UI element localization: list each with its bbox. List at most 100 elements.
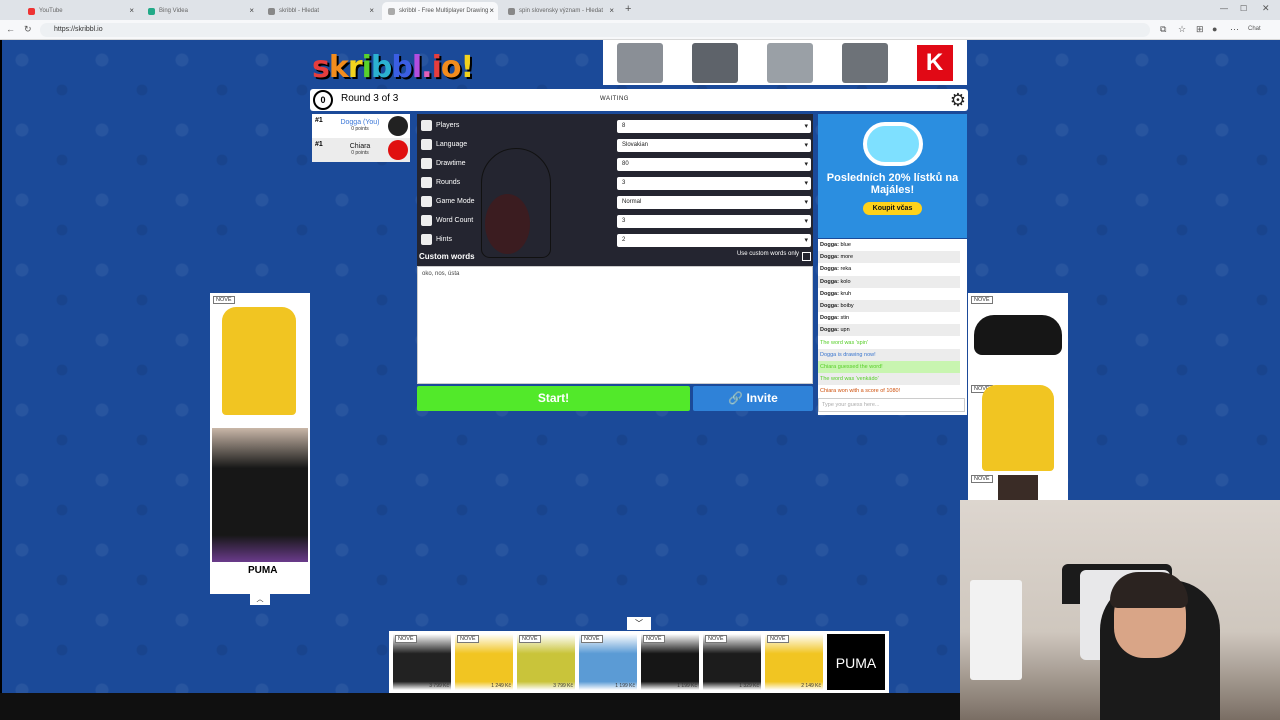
setting-label: Language (436, 141, 468, 148)
chat-message: The word was 'spin' (818, 336, 960, 349)
setting-row: Game Mode Normal (417, 193, 813, 211)
sneaker-product-image[interactable] (974, 315, 1062, 355)
setting-row: Rounds 3 (417, 174, 813, 192)
ad-product-item[interactable]: NOVÉ 1 329 Kč (703, 634, 761, 690)
custom-words-only-label: Use custom words only (736, 251, 799, 257)
start-button[interactable]: Start! (417, 386, 690, 411)
chat-message: Chiara won with a score of 1080! (818, 385, 960, 398)
setting-label: Drawtime (436, 160, 466, 167)
menu-icon[interactable]: ⋯ (1230, 24, 1239, 35)
browser-tab[interactable]: spin slovensky význam - Hledat × (502, 2, 618, 20)
top-banner-ad[interactable]: K (603, 40, 967, 85)
collections-icon[interactable]: ⊞ (1196, 24, 1204, 35)
player-row[interactable]: #1 Dogga (You) 0 points (312, 114, 410, 138)
hoodie-product-image[interactable] (222, 307, 296, 415)
close-window-icon[interactable]: ✕ (1262, 3, 1270, 14)
tab-favicon (148, 7, 155, 15)
guess-input[interactable]: Type your guess here... (818, 398, 965, 412)
majales-ad[interactable]: Posledních 20% lístků na Majáles! Koupit… (818, 114, 967, 238)
setting-select[interactable]: 8 (617, 120, 811, 133)
chat-author: Dogga (820, 327, 838, 334)
streamer-hair (1110, 572, 1188, 608)
puma-logo: PUMA (248, 565, 278, 576)
setting-select[interactable]: Slovakian (617, 139, 811, 152)
profile-avatar[interactable]: ● (1212, 24, 1217, 34)
reload-icon[interactable]: ↻ (24, 24, 32, 35)
chat-author: Dogga (820, 303, 838, 309)
custom-words-label: Custom words (419, 252, 475, 261)
tab-label: YouTube (39, 8, 63, 14)
kaufland-logo[interactable]: K (916, 44, 953, 81)
setting-row: Players 8 (417, 117, 813, 135)
new-tab-button[interactable]: + (625, 3, 631, 15)
chat-message: Dogga: blue (818, 239, 960, 251)
setting-label: Players (436, 122, 460, 129)
ad-product-item[interactable]: NOVÉ 1 249 Kč (455, 634, 513, 690)
close-tab-icon[interactable]: × (609, 6, 614, 15)
new-badge: NOVÉ (581, 635, 603, 643)
url-field[interactable]: https://skribbl.io (40, 23, 1150, 37)
chat-author: Dogga (820, 242, 838, 248)
setting-row: Hints 2 (417, 231, 813, 249)
collapse-ad-icon[interactable]: ﹀ (627, 617, 651, 630)
browser-tab[interactable]: Bing Videa × (142, 2, 258, 20)
setting-select[interactable]: 80 (617, 158, 811, 171)
language-icon (421, 139, 432, 150)
chat-text: Chiara guessed the word! (820, 364, 883, 370)
chat-text: The word was 'spin' (820, 339, 868, 346)
setting-row: Language Slovakian (417, 136, 813, 154)
ad-product-item[interactable]: NOVÉ 1 199 Kč (641, 634, 699, 690)
browser-tab[interactable]: skribbl - Hledat × (262, 2, 378, 20)
right-side-ad[interactable]: NOVÉ NOVÉ NOVÉ (968, 293, 1068, 500)
ad-product-item[interactable]: NOVÉ 3 799 Kč (393, 634, 451, 690)
ad-product-item[interactable]: NOVÉ 3 799 Kč (517, 634, 575, 690)
close-tab-icon[interactable]: × (489, 6, 494, 15)
player-row[interactable]: #1 Chiara 0 points (312, 138, 410, 162)
tshirt-product-image[interactable] (212, 428, 308, 562)
puma-brand: PUMA (835, 655, 877, 671)
product-price: 1 329 Kč (739, 683, 759, 689)
collapse-ad-icon[interactable]: ︿ (250, 594, 270, 605)
invite-button[interactable]: 🔗 Invite (693, 386, 813, 411)
extension-icon[interactable]: ⧉ (1160, 24, 1166, 35)
ad-cta-button[interactable]: Koupit včas (862, 202, 923, 215)
ad-product-item[interactable]: NOVÉ 1 199 Kč (579, 634, 637, 690)
drawtime-icon (421, 158, 432, 169)
browser-tab-bar: YouTube × Bing Videa × skribbl - Hledat × skri… (0, 0, 1280, 20)
custom-words-textarea[interactable]: oko, nos, ústa (417, 266, 813, 384)
ad-product-image[interactable] (766, 42, 813, 83)
bottom-banner-ad[interactable]: NOVÉ 3 799 Kč NOVÉ 1 249 Kč NOVÉ 3 799 Kč NOVÉ… (389, 631, 889, 693)
back-icon[interactable]: ← (6, 24, 15, 34)
player-avatar (388, 116, 408, 136)
chat-author: Dogga (820, 278, 838, 285)
chat-message: Chiara guessed the word! (818, 361, 960, 373)
chat-text: blue (840, 242, 851, 248)
setting-row: Word Count 3 (417, 212, 813, 230)
ad-product-image[interactable] (841, 42, 888, 83)
ad-product-item[interactable]: NOVÉ 2 149 Kč (765, 634, 823, 690)
left-side-ad[interactable]: NOVÉ NOVÉ PUMA (210, 293, 310, 594)
browser-tab[interactable]: skribbl - Free Multiplayer Drawing × (382, 2, 498, 20)
setting-select[interactable]: 2 (617, 234, 811, 247)
product-price: 2 149 Kč (801, 683, 821, 689)
close-tab-icon[interactable]: × (369, 6, 374, 15)
minimize-icon[interactable]: — (1220, 4, 1228, 13)
favorite-icon[interactable]: ☆ (1178, 24, 1186, 35)
setting-select[interactable]: 3 (617, 215, 811, 228)
chat-message: Dogga: more (818, 251, 960, 264)
settings-gear-icon[interactable]: ⚙ (950, 90, 966, 110)
puma-logo[interactable]: PUMA (827, 634, 885, 690)
setting-select[interactable]: 3 (617, 177, 811, 190)
setting-select[interactable]: Normal (617, 196, 811, 209)
model-product-image[interactable] (998, 475, 1038, 500)
ad-product-image[interactable] (692, 42, 739, 83)
browser-tab[interactable]: YouTube × (22, 2, 138, 20)
chat-button[interactable]: Chat (1248, 26, 1261, 32)
hoodie-product-image[interactable] (982, 385, 1054, 471)
ad-product-image[interactable] (617, 42, 664, 83)
player-avatar (388, 140, 408, 160)
close-tab-icon[interactable]: × (249, 6, 254, 15)
maximize-icon[interactable]: ☐ (1240, 4, 1247, 13)
close-tab-icon[interactable]: × (129, 6, 134, 15)
custom-words-only-checkbox[interactable] (802, 252, 811, 261)
